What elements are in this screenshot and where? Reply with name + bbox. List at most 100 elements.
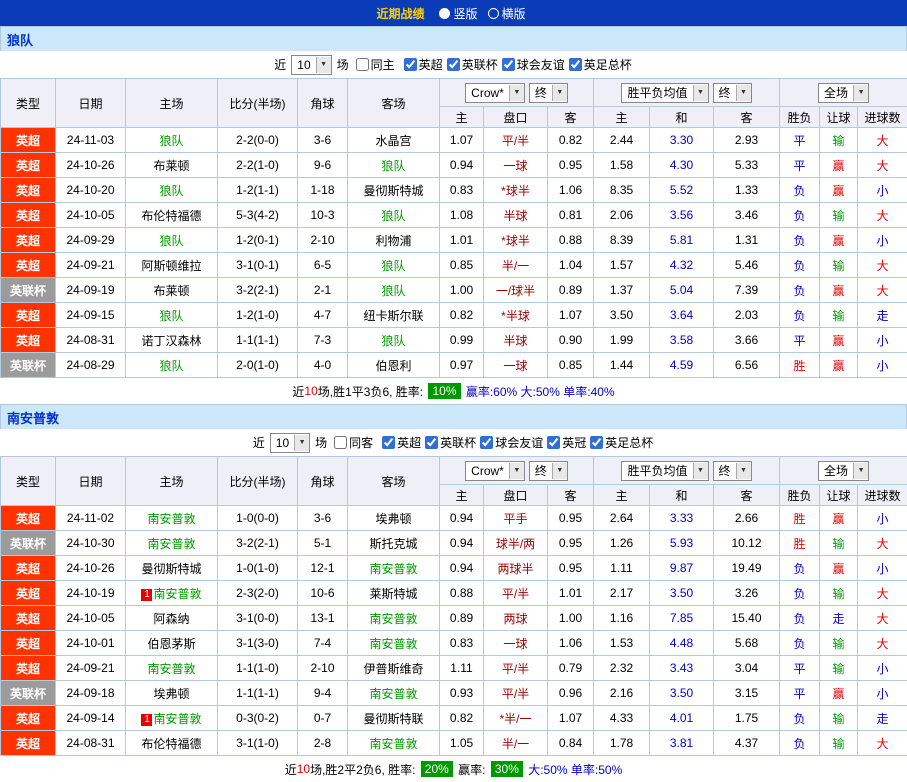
home-team-cell: 1南安普敦 [126,706,218,731]
layout-radio-option[interactable]: 横版 [488,5,526,22]
checkbox-input[interactable] [502,58,515,71]
scope-select[interactable]: 全场▼ [818,83,869,103]
team-name-link[interactable]: 布莱顿 [153,284,189,298]
competition-checkbox[interactable]: 英超 [382,434,421,451]
team-name-link[interactable]: 南安普敦 [369,637,417,651]
team-name-link[interactable]: 斯托克城 [369,537,417,551]
avg-draw-cell: 5.52 [650,178,714,203]
same-venue-checkbox[interactable]: 同主 [356,56,395,73]
checkbox-input[interactable] [425,436,438,449]
team-name-link[interactable]: 阿斯顿维拉 [141,259,201,273]
recent-count-select[interactable]: 10▼ [270,433,310,453]
same-venue-checkbox[interactable]: 同客 [334,434,373,451]
team-name-link[interactable]: 南安普敦 [147,512,195,526]
odds-home-cell: 0.85 [440,253,484,278]
bookmaker-select[interactable]: Crow*▼ [465,461,525,481]
score-cell: 1-0(1-0) [218,556,298,581]
team-name-link[interactable]: 狼队 [159,309,183,323]
team-name-link[interactable]: 利物浦 [375,234,411,248]
team-name-link[interactable]: 埃弗顿 [375,512,411,526]
team-name-link[interactable]: 狼队 [159,184,183,198]
recent-count-select[interactable]: 10▼ [291,55,331,75]
avg-stage-select[interactable]: 终▼ [713,461,752,481]
competition-checkbox[interactable]: 英联杯 [425,434,476,451]
topbar: 近期战绩 竖版横版 [0,0,907,26]
team-name-link[interactable]: 南安普敦 [369,562,417,576]
score-cell: 2-0(1-0) [218,353,298,378]
team-name-link[interactable]: 曼彻斯特联 [363,712,423,726]
result-goals-cell: 大 [858,531,907,556]
avg-draw-cell: 3.30 [650,128,714,153]
team-name-link[interactable]: 狼队 [381,259,405,273]
competition-checkbox[interactable]: 球会友谊 [502,56,565,73]
checkbox-input[interactable] [547,436,560,449]
league-cell: 英超 [1,153,56,178]
team-name-link[interactable]: 狼队 [159,134,183,148]
team-name-link[interactable]: 狼队 [381,159,405,173]
team-name-link[interactable]: 狼队 [381,334,405,348]
competition-checkbox[interactable]: 英联杯 [447,56,498,73]
team-name-link[interactable]: 诺丁汉森林 [141,334,201,348]
result-handicap-cell: 赢 [820,506,858,531]
team-name-link[interactable]: 南安普敦 [153,587,201,601]
team-name-link[interactable]: 曼彻斯特城 [363,184,423,198]
odds-stage-select[interactable]: 终▼ [529,461,568,481]
team-name-link[interactable]: 莱斯特城 [369,587,417,601]
competition-checkbox[interactable]: 英冠 [547,434,586,451]
bookmaker-select[interactable]: Crow*▼ [465,83,525,103]
odds-stage-select[interactable]: 终▼ [529,83,568,103]
team-name-link[interactable]: 纽卡斯尔联 [363,309,423,323]
checkbox-input[interactable] [480,436,493,449]
result-handicap-cell: 输 [820,731,858,756]
avg-stage-select[interactable]: 终▼ [713,83,752,103]
team-name-link[interactable]: 阿森纳 [153,612,189,626]
team-name-link[interactable]: 狼队 [381,284,405,298]
handicap-cell: *半/一 [484,706,548,731]
result-handicap-cell: 输 [820,303,858,328]
competition-checkbox[interactable]: 球会友谊 [480,434,543,451]
team-name-link[interactable]: 伯恩茅斯 [147,637,195,651]
team-name-link[interactable]: 伯恩利 [375,359,411,373]
team-name-link[interactable]: 水晶宫 [375,134,411,148]
col-header-odds-home: 主 [440,485,484,506]
team-name-link[interactable]: 南安普敦 [153,712,201,726]
team-name-link[interactable]: 埃弗顿 [153,687,189,701]
avg-away-cell: 3.46 [714,203,780,228]
avg-home-cell: 1.99 [594,328,650,353]
checkbox-label: 球会友谊 [495,434,543,451]
layout-radio-option[interactable]: 竖版 [439,5,477,22]
avg-odds-select[interactable]: 胜平负均值▼ [621,83,708,103]
competition-checkbox[interactable]: 英足总杯 [590,434,653,451]
checkbox-input[interactable] [590,436,603,449]
team-name-link[interactable]: 南安普敦 [147,662,195,676]
radio-icon[interactable] [439,8,450,19]
score-cell: 3-1(0-0) [218,606,298,631]
team-name-link[interactable]: 南安普敦 [369,687,417,701]
team-name-link[interactable]: 布莱顿 [153,159,189,173]
col-header-let-goal: 让球 [820,107,858,128]
team-name-link[interactable]: 南安普敦 [147,537,195,551]
scope-select[interactable]: 全场▼ [818,461,869,481]
team-name-link[interactable]: 伊普斯维奇 [363,662,423,676]
avg-home-cell: 3.50 [594,303,650,328]
checkbox-input[interactable] [382,436,395,449]
team-name-link[interactable]: 布伦特福德 [141,737,201,751]
team-name-link[interactable]: 布伦特福德 [141,209,201,223]
avg-odds-select[interactable]: 胜平负均值▼ [621,461,708,481]
team-name-link[interactable]: 狼队 [159,359,183,373]
team-name-link[interactable]: 狼队 [381,209,405,223]
competition-checkbox[interactable]: 英足总杯 [569,56,632,73]
radio-icon[interactable] [488,8,499,19]
result-wdl-cell: 平 [780,153,820,178]
checkbox-input[interactable] [356,58,369,71]
team-name-link[interactable]: 狼队 [159,234,183,248]
team-name-link[interactable]: 曼彻斯特城 [141,562,201,576]
checkbox-input[interactable] [447,58,460,71]
team-name-link[interactable]: 南安普敦 [369,612,417,626]
checkbox-input[interactable] [569,58,582,71]
checkbox-input[interactable] [404,58,417,71]
team-name-link[interactable]: 南安普敦 [369,737,417,751]
home-team-cell: 布莱顿 [126,153,218,178]
checkbox-input[interactable] [334,436,347,449]
competition-checkbox[interactable]: 英超 [404,56,443,73]
